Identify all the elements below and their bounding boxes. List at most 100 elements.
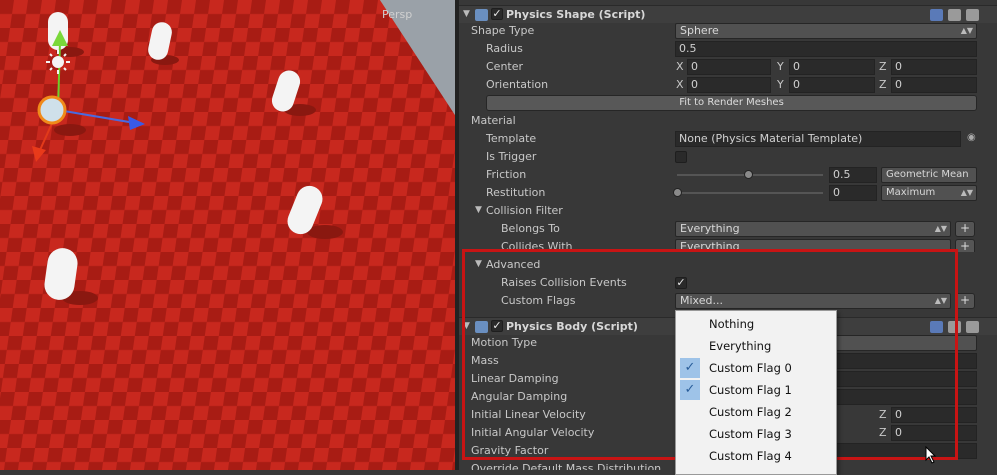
foldout-arrow-icon[interactable]: ▼ <box>475 205 482 215</box>
object-picker-icon[interactable]: ◉ <box>967 132 976 143</box>
restitution-slider-knob[interactable] <box>673 188 682 197</box>
gear-icon[interactable] <box>966 321 979 333</box>
checkered-floor <box>0 0 455 470</box>
menu-item-custom-flag-1[interactable]: ✓ Custom Flag 1 <box>676 379 836 401</box>
restitution-combine-dropdown[interactable]: Maximum ▲▼ <box>881 185 977 201</box>
fit-to-render-meshes-button[interactable]: Fit to Render Meshes <box>486 95 977 111</box>
script-icon <box>475 9 488 21</box>
gear-icon[interactable] <box>966 9 979 21</box>
is-trigger-checkbox[interactable] <box>675 151 687 163</box>
enabled-checkbox[interactable]: ✓ <box>491 320 503 332</box>
advanced-row[interactable]: ▼ Advanced <box>459 256 997 274</box>
raises-collision-events-checkbox[interactable]: ✓ <box>675 277 687 289</box>
x-label: X <box>676 60 684 73</box>
material-row: Material <box>459 112 997 130</box>
is-trigger-row: Is Trigger <box>459 148 997 166</box>
material-label: Material <box>471 114 516 127</box>
shape-type-row: Shape Type Sphere ▲▼ <box>459 22 997 40</box>
checkmark-icon: ✓ <box>680 358 700 378</box>
book-icon[interactable] <box>930 321 943 333</box>
scene-canvas[interactable] <box>0 0 455 470</box>
initial-linear-velocity-label: Initial Linear Velocity <box>471 408 586 421</box>
enabled-checkbox[interactable]: ✓ <box>491 8 503 20</box>
template-field[interactable]: None (Physics Material Template) <box>675 131 961 147</box>
menu-item-everything[interactable]: Everything <box>676 335 836 357</box>
add-button[interactable]: + <box>955 221 975 237</box>
menu-item-nothing[interactable]: Nothing <box>676 313 836 335</box>
menu-item-custom-flag-2[interactable]: Custom Flag 2 <box>676 401 836 423</box>
foldout-arrow-icon[interactable]: ▼ <box>475 259 482 269</box>
gravity-factor-label: Gravity Factor <box>471 444 549 457</box>
orientation-z-field[interactable]: 0 <box>891 77 977 93</box>
component-title: Physics Shape (Script) <box>506 8 646 21</box>
center-y-field[interactable]: 0 <box>789 59 875 75</box>
advanced-label[interactable]: Advanced <box>486 258 540 271</box>
center-z-field[interactable]: 0 <box>891 59 977 75</box>
template-label: Template <box>486 132 537 145</box>
center-x-field[interactable]: 0 <box>687 59 771 75</box>
collides-with-row: Collides With Everything + <box>459 238 997 252</box>
z-label: Z <box>879 60 887 73</box>
motion-type-label: Motion Type <box>471 336 538 349</box>
friction-slider-knob[interactable] <box>744 170 753 179</box>
custom-flags-dropdown[interactable]: Mixed... ▲▼ <box>675 293 951 309</box>
radius-row: Radius 0.5 <box>459 40 997 58</box>
radius-field[interactable]: 0.5 <box>675 41 977 57</box>
settings-icon[interactable] <box>948 321 961 333</box>
shape-type-label: Shape Type <box>471 24 535 37</box>
mouse-cursor-icon <box>925 446 937 464</box>
collision-filter-label[interactable]: Collision Filter <box>486 204 563 217</box>
restitution-row: Restitution 0 Maximum ▲▼ <box>459 184 997 202</box>
z-label: Z <box>879 426 887 439</box>
checkmark-icon: ✓ <box>676 276 686 289</box>
restitution-field[interactable]: 0 <box>829 185 877 201</box>
menu-item-custom-flag-0[interactable]: ✓ Custom Flag 0 <box>676 357 836 379</box>
initial-angular-velocity-label: Initial Angular Velocity <box>471 426 595 439</box>
script-icon <box>475 321 488 333</box>
menu-item-custom-flag-3[interactable]: Custom Flag 3 <box>676 423 836 445</box>
add-button[interactable]: + <box>955 293 975 309</box>
friction-field[interactable]: 0.5 <box>829 167 877 183</box>
settings-icon[interactable] <box>948 9 961 21</box>
friction-label: Friction <box>486 168 527 181</box>
belongs-to-label: Belongs To <box>501 222 560 235</box>
orientation-y-field[interactable]: 0 <box>789 77 875 93</box>
collision-filter-row[interactable]: ▼ Collision Filter <box>459 202 997 220</box>
book-icon[interactable] <box>930 9 943 21</box>
custom-flags-row: Custom Flags Mixed... ▲▼ + <box>459 292 997 310</box>
view-mode-label[interactable]: Persp <box>382 8 412 21</box>
shape-type-dropdown[interactable]: Sphere ▲▼ <box>675 23 977 39</box>
initial-linear-velocity-z-field[interactable]: 0 <box>891 407 977 423</box>
physics-shape-header[interactable]: ▼ ✓ Physics Shape (Script) <box>459 5 997 23</box>
menu-item-custom-flag-4[interactable]: Custom Flag 4 <box>676 445 836 467</box>
center-row: Center X 0 Y 0 Z 0 <box>459 58 997 76</box>
custom-flags-menu[interactable]: Nothing Everything ✓ Custom Flag 0 ✓ Custo… <box>675 310 837 475</box>
raises-collision-events-label: Raises Collision Events <box>501 276 627 289</box>
z-label: Z <box>879 408 887 421</box>
belongs-to-dropdown[interactable]: Everything ▲▼ <box>675 221 951 237</box>
template-row: Template None (Physics Material Template… <box>459 130 997 148</box>
is-trigger-label: Is Trigger <box>486 150 537 163</box>
override-mass-label: Override Default Mass Distribution <box>471 462 662 470</box>
orientation-x-field[interactable]: 0 <box>687 77 771 93</box>
radius-label: Radius <box>486 42 523 55</box>
z-label: Z <box>879 78 887 91</box>
collides-with-dropdown[interactable]: Everything <box>675 239 951 252</box>
collides-with-label: Collides With <box>501 240 573 252</box>
x-label: X <box>676 78 684 91</box>
checkmark-icon: ✓ <box>680 380 700 400</box>
restitution-slider[interactable] <box>677 192 823 194</box>
fit-row: Fit to Render Meshes <box>459 94 997 112</box>
y-label: Y <box>777 60 784 73</box>
foldout-arrow-icon[interactable]: ▼ <box>463 9 470 19</box>
add-button[interactable]: + <box>955 239 975 252</box>
raises-collision-events-row: Raises Collision Events ✓ <box>459 274 997 292</box>
foldout-arrow-icon[interactable]: ▼ <box>463 321 470 331</box>
initial-angular-velocity-z-field[interactable]: 0 <box>891 425 977 441</box>
center-label: Center <box>486 60 524 73</box>
scene-view[interactable]: Persp <box>0 0 455 470</box>
linear-damping-label: Linear Damping <box>471 372 559 385</box>
y-label: Y <box>777 78 784 91</box>
friction-combine-dropdown[interactable]: Geometric Mean <box>881 167 977 183</box>
custom-flags-label: Custom Flags <box>501 294 576 307</box>
